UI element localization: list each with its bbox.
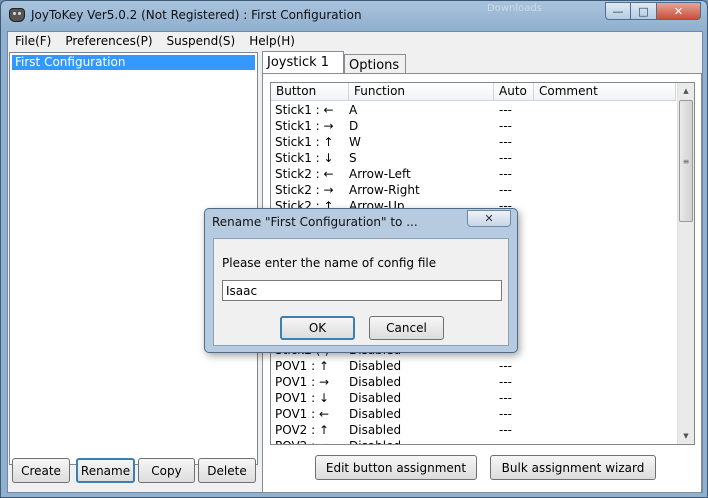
table-row[interactable]: POV2 : →Disabled--- xyxy=(271,438,676,444)
cell-auto: --- xyxy=(499,407,512,421)
cell-button: POV1 : ↓ xyxy=(275,391,330,405)
dialog-prompt: Please enter the name of config file xyxy=(222,256,437,270)
header-button[interactable]: Button xyxy=(271,83,349,101)
cell-auto: --- xyxy=(499,423,512,437)
background-window-tab: Downloads xyxy=(487,3,542,14)
cell-function: Disabled xyxy=(349,423,402,437)
create-button[interactable]: Create xyxy=(12,458,70,483)
cell-function: Arrow-Right xyxy=(349,183,420,197)
caption-buttons: — □ ✕ xyxy=(605,2,701,20)
table-row[interactable]: POV1 : ← Disabled --- xyxy=(271,406,676,422)
cell-auto: --- xyxy=(499,103,512,117)
table-row[interactable]: POV1 : ↑ Disabled --- xyxy=(271,358,676,374)
scroll-up-arrow-icon[interactable]: ▲ xyxy=(678,83,694,99)
scroll-down-arrow-icon[interactable]: ▼ xyxy=(678,428,694,444)
list-header: Button Function Auto Comment xyxy=(271,83,676,101)
cell-function: Disabled xyxy=(349,407,402,421)
ok-button[interactable]: OK xyxy=(280,316,355,340)
cell-button: Stick1 : → xyxy=(275,119,334,133)
minimize-button[interactable]: — xyxy=(605,2,631,20)
table-row[interactable]: Stick2 : ← Arrow-Left --- xyxy=(271,166,676,182)
dialog-body: Please enter the name of config file OK … xyxy=(213,238,509,346)
cell-auto: --- xyxy=(499,391,512,405)
menu-file[interactable]: File(F) xyxy=(8,32,58,50)
cell-function: D xyxy=(349,119,359,133)
cell-function: Disabled xyxy=(349,391,402,405)
cell-button: POV1 : → xyxy=(275,375,330,389)
cell-button: POV1 : ← xyxy=(275,407,330,421)
cell-function: S xyxy=(349,151,357,165)
cell-auto: --- xyxy=(499,151,512,165)
delete-button[interactable]: Delete xyxy=(198,458,256,483)
cell-button: Stick1 : ↓ xyxy=(275,151,334,165)
title-bar[interactable]: JoyToKey Ver5.0.2 (Not Registered) : Fir… xyxy=(1,1,707,31)
menu-help[interactable]: Help(H) xyxy=(242,32,302,50)
header-auto[interactable]: Auto xyxy=(494,83,534,101)
table-row[interactable]: Stick1 : ← A --- xyxy=(271,102,676,118)
list-scrollbar[interactable]: ▲ ≡ ▼ xyxy=(677,83,694,444)
header-comment[interactable]: Comment xyxy=(534,83,676,101)
grip-icon: ≡ xyxy=(682,156,690,166)
edit-button-assignment-button[interactable]: Edit button assignment xyxy=(315,455,477,480)
bulk-assignment-wizard-button[interactable]: Bulk assignment wizard xyxy=(490,455,656,480)
cell-function: Disabled xyxy=(349,359,402,373)
cell-auto: --- xyxy=(499,167,512,181)
copy-button[interactable]: Copy xyxy=(138,458,195,483)
table-row[interactable]: Stick2 : → Arrow-Right --- xyxy=(271,182,676,198)
cell-button: Stick2 : → xyxy=(275,183,334,197)
table-row[interactable]: Stick1 : ↓ S --- xyxy=(271,150,676,166)
header-function[interactable]: Function xyxy=(349,83,494,101)
table-row[interactable]: POV1 : ↓ Disabled --- xyxy=(271,390,676,406)
cell-button: POV2 : → xyxy=(271,438,349,444)
cell-auto: --- xyxy=(499,135,512,149)
cell-auto: --- xyxy=(499,359,512,373)
cell-button: Stick2 : ← xyxy=(275,167,334,181)
rename-dialog: Rename "First Configuration" to ... ✕ Pl… xyxy=(204,208,518,353)
cell-auto: --- xyxy=(499,183,512,197)
dialog-close-icon[interactable]: ✕ xyxy=(467,210,511,227)
table-row[interactable]: Stick1 : ↑ W --- xyxy=(271,134,676,150)
menu-bar: File(F) Preferences(P) Suspend(S) Help(H… xyxy=(8,32,702,50)
config-item-first[interactable]: First Configuration xyxy=(12,55,255,70)
cell-button: Stick1 : ← xyxy=(275,103,334,117)
config-name-input[interactable] xyxy=(222,280,502,301)
menu-preferences[interactable]: Preferences(P) xyxy=(58,32,159,50)
close-button[interactable]: ✕ xyxy=(657,2,701,20)
tab-joystick-1[interactable]: Joystick 1 xyxy=(262,51,344,73)
cell-function: A xyxy=(349,103,358,117)
cell-button: POV2 : ↑ xyxy=(275,423,330,437)
cell-auto: --- xyxy=(494,438,534,444)
table-row[interactable]: POV1 : → Disabled --- xyxy=(271,374,676,390)
window-title: JoyToKey Ver5.0.2 (Not Registered) : Fir… xyxy=(31,8,362,22)
maximize-button[interactable]: □ xyxy=(631,2,657,20)
cell-function: Arrow-Left xyxy=(349,167,411,181)
menu-suspend[interactable]: Suspend(S) xyxy=(160,32,243,50)
cell-auto: --- xyxy=(499,375,512,389)
scroll-thumb[interactable]: ≡ xyxy=(679,100,693,222)
cell-auto: --- xyxy=(499,119,512,133)
cell-button: Stick1 : ↑ xyxy=(275,135,334,149)
joystick-app-icon xyxy=(9,8,25,22)
cell-button: POV1 : ↑ xyxy=(275,359,330,373)
rename-button[interactable]: Rename xyxy=(76,458,135,483)
cell-function: Disabled xyxy=(349,375,402,389)
cell-function: W xyxy=(349,135,361,149)
table-row[interactable]: POV2 : ↑ Disabled --- xyxy=(271,422,676,438)
cancel-button[interactable]: Cancel xyxy=(369,316,444,340)
table-row[interactable]: Stick1 : → D --- xyxy=(271,118,676,134)
cell-function: Disabled xyxy=(349,438,494,444)
dialog-title: Rename "First Configuration" to ... xyxy=(212,215,418,229)
tab-options[interactable]: Options xyxy=(344,54,406,74)
